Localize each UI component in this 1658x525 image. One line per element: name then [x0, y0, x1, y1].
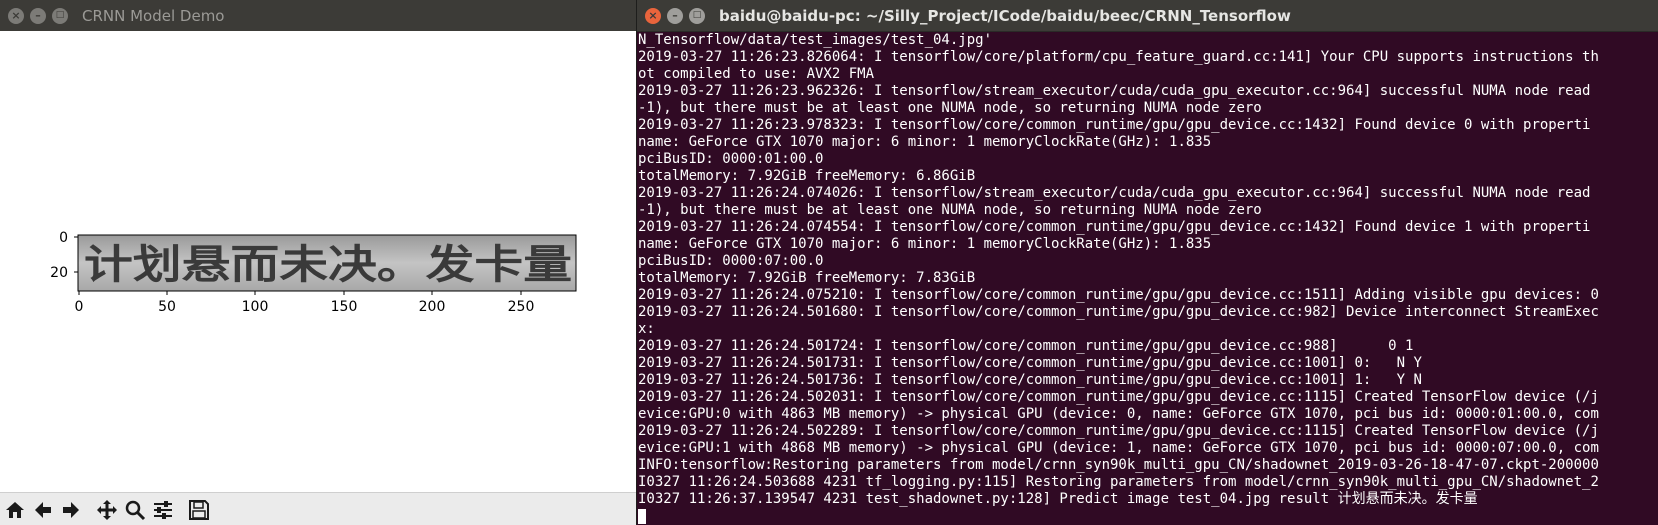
terminal-line: ot compiled to use: AVX2 FMA: [638, 66, 875, 82]
terminal-line: pciBusID: 0000:01:00.0: [638, 151, 824, 167]
terminal-line: totalMemory: 7.92GiB freeMemory: 6.86GiB: [638, 168, 976, 184]
terminal-line: 2019-03-27 11:26:24.502289: I tensorflow…: [638, 423, 1599, 439]
terminal-line: 2019-03-27 11:26:24.075210: I tensorflow…: [638, 287, 1599, 303]
plot-canvas[interactable]: 计划悬而未决。发卡量 0 20 0 50 100 150 200 250: [0, 31, 636, 492]
x-axis: 0 50 100 150 200 250: [75, 291, 535, 315]
crnn-demo-window: × – □ CRNN Model Demo 计划悬而未决。发卡量 0 20 0 …: [0, 0, 636, 525]
terminal-line: evice:GPU:0 with 4863 MB memory) -> phys…: [638, 406, 1599, 422]
matplotlib-toolbar: [0, 492, 636, 525]
x-tick-label: 250: [508, 299, 535, 315]
zoom-button[interactable]: [122, 497, 148, 523]
home-button[interactable]: [2, 497, 28, 523]
move-icon: [97, 499, 117, 520]
terminal-line: 2019-03-27 11:26:23.962326: I tensorflow…: [638, 83, 1591, 99]
y-tick-label: 20: [50, 265, 68, 281]
terminal-line: 2019-03-27 11:26:24.501731: I tensorflow…: [638, 355, 1422, 371]
window-title: CRNN Model Demo: [82, 6, 225, 25]
maximize-button[interactable]: □: [52, 7, 68, 24]
terminal-line: -1), but there must be at least one NUMA…: [638, 202, 1262, 218]
close-icon: ×: [11, 9, 21, 22]
right-titlebar: × – □ baidu@baidu-pc: ~/Silly_Project/IC…: [637, 0, 1658, 32]
terminal-output[interactable]: N_Tensorflow/data/test_images/test_04.jp…: [637, 31, 1658, 525]
terminal-window[interactable]: × – □ baidu@baidu-pc: ~/Silly_Project/IC…: [637, 0, 1658, 525]
maximize-icon: □: [692, 10, 702, 20]
minimize-icon: –: [672, 9, 678, 22]
terminal-line: 2019-03-27 11:26:24.074554: I tensorflow…: [638, 219, 1591, 235]
magnifier-icon: [125, 500, 146, 520]
text-cursor: [638, 509, 646, 524]
close-button[interactable]: ×: [645, 7, 661, 24]
forward-button[interactable]: [58, 497, 84, 523]
maximize-button[interactable]: □: [689, 7, 705, 24]
terminal-line: INFO:tensorflow:Restoring parameters fro…: [638, 457, 1599, 473]
x-tick-label: 150: [331, 299, 358, 315]
terminal-line: 2019-03-27 11:26:23.826064: I tensorflow…: [638, 49, 1599, 65]
subplots-button[interactable]: [150, 497, 176, 523]
save-button[interactable]: [186, 497, 212, 523]
close-button[interactable]: ×: [8, 7, 24, 24]
terminal-line: 2019-03-27 11:26:24.074026: I tensorflow…: [638, 185, 1591, 201]
maximize-icon: □: [55, 10, 65, 20]
terminal-line: 2019-03-27 11:26:24.501724: I tensorflow…: [638, 338, 1414, 354]
minimize-button[interactable]: –: [667, 7, 683, 24]
arrow-right-icon: [63, 501, 79, 518]
floppy-disk-icon: [189, 499, 209, 520]
x-tick-label: 0: [75, 299, 84, 315]
arrow-left-icon: [35, 501, 51, 518]
terminal-line: totalMemory: 7.92GiB freeMemory: 7.83GiB: [638, 270, 976, 286]
terminal-line: N_Tensorflow/data/test_images/test_04.jp…: [638, 32, 993, 48]
terminal-line: 2019-03-27 11:26:24.501680: I tensorflow…: [638, 304, 1599, 320]
terminal-line: pciBusID: 0000:07:00.0: [638, 253, 824, 269]
terminal-line: evice:GPU:1 with 4868 MB memory) -> phys…: [638, 440, 1599, 456]
terminal-line: name: GeForce GTX 1070 major: 6 minor: 1…: [638, 236, 1212, 252]
terminal-line: 2019-03-27 11:26:23.978323: I tensorflow…: [638, 117, 1591, 133]
image-text: 计划悬而未决。发卡量: [84, 242, 572, 288]
window-title: baidu@baidu-pc: ~/Silly_Project/ICode/ba…: [719, 6, 1291, 25]
terminal-line: name: GeForce GTX 1070 major: 6 minor: 1…: [638, 134, 1212, 150]
back-button[interactable]: [30, 497, 56, 523]
left-titlebar: × – □ CRNN Model Demo: [0, 0, 636, 32]
plot-figure: 计划悬而未决。发卡量 0 20 0 50 100 150 200 250: [50, 230, 577, 315]
prompt-line: [638, 508, 1658, 525]
x-tick-label: 200: [419, 299, 446, 315]
minimize-icon: –: [35, 9, 41, 22]
terminal-line: -1), but there must be at least one NUMA…: [638, 100, 1262, 116]
close-icon: ×: [648, 9, 658, 22]
minimize-button[interactable]: –: [30, 7, 46, 24]
terminal-line: I0327 11:26:37.139547 4231 test_shadowne…: [638, 491, 1478, 507]
y-tick-label: 0: [59, 230, 68, 246]
sliders-icon: [154, 500, 172, 519]
x-tick-label: 50: [158, 299, 176, 315]
terminal-line: 2019-03-27 11:26:24.501736: I tensorflow…: [638, 372, 1422, 388]
terminal-line: I0327 11:26:24.503688 4231 tf_logging.py…: [638, 474, 1599, 490]
terminal-line: 2019-03-27 11:26:24.502031: I tensorflow…: [638, 389, 1599, 405]
x-tick-label: 100: [242, 299, 269, 315]
terminal-line: x:: [638, 321, 655, 337]
home-icon: [6, 501, 24, 518]
pan-button[interactable]: [94, 497, 120, 523]
